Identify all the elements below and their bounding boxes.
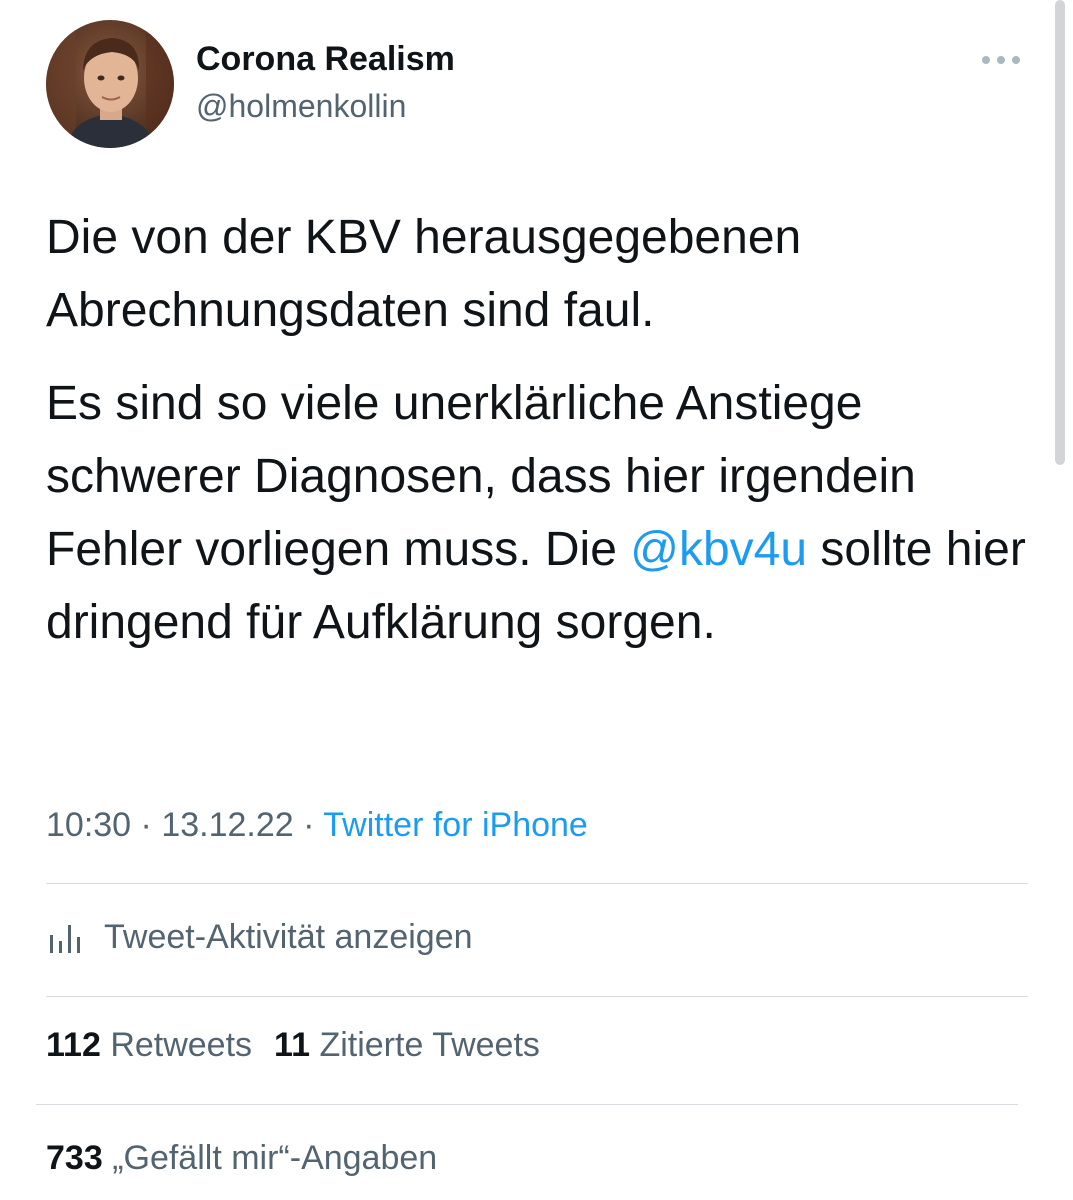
retweets-label: Retweets — [110, 1026, 253, 1064]
avatar[interactable] — [46, 20, 174, 148]
retweets-count: 112 — [46, 1026, 101, 1064]
tweet-activity-button[interactable]: Tweet-Aktivität anzeigen — [46, 912, 473, 962]
likes-count: 733 — [46, 1139, 103, 1177]
mention-link[interactable]: @kbv4u — [630, 523, 807, 576]
quote-tweets-stat[interactable]: 11 Zitierte Tweets — [274, 1026, 540, 1064]
tweet-metadata: 10:30 · 13.12.22 · Twitter for iPhone — [46, 806, 588, 845]
tweet-activity-label: Tweet-Aktivität anzeigen — [104, 917, 473, 956]
quote-tweets-count: 11 — [274, 1026, 310, 1064]
display-name[interactable]: Corona Realism — [196, 40, 455, 79]
divider — [46, 996, 1028, 997]
tweet-date[interactable]: 13.12.22 — [161, 806, 293, 844]
meta-separator: · — [293, 806, 324, 844]
user-handle[interactable]: @holmenkollin — [196, 88, 406, 125]
divider — [46, 883, 1028, 884]
engagement-stats: 112 Retweets 11 Zitierte Tweets — [46, 1026, 540, 1065]
tweet-source-link[interactable]: Twitter for iPhone — [323, 806, 588, 844]
divider — [36, 1104, 1018, 1105]
tweet-text-paragraph-1: Die von der KBV herausgegebenen Abrechnu… — [46, 211, 802, 337]
likes-label: „Gefällt mir“-Angaben — [112, 1139, 438, 1177]
more-dots-icon — [981, 55, 1021, 65]
tweet-detail: Corona Realism @holmenkollin Die von der… — [0, 0, 1073, 1200]
tweet-text-paragraph-2: Es sind so viele unerklärliche Anstiege … — [46, 367, 1036, 659]
quote-tweets-label: Zitierte Tweets — [319, 1026, 540, 1064]
bar-chart-icon — [46, 914, 92, 960]
more-options-button[interactable] — [978, 46, 1024, 74]
tweet-time[interactable]: 10:30 — [46, 806, 131, 844]
likes-stat[interactable]: 733 „Gefällt mir“-Angaben — [46, 1139, 437, 1178]
retweets-stat[interactable]: 112 Retweets — [46, 1026, 252, 1064]
scrollbar[interactable] — [1055, 0, 1065, 465]
meta-separator: · — [131, 806, 162, 844]
